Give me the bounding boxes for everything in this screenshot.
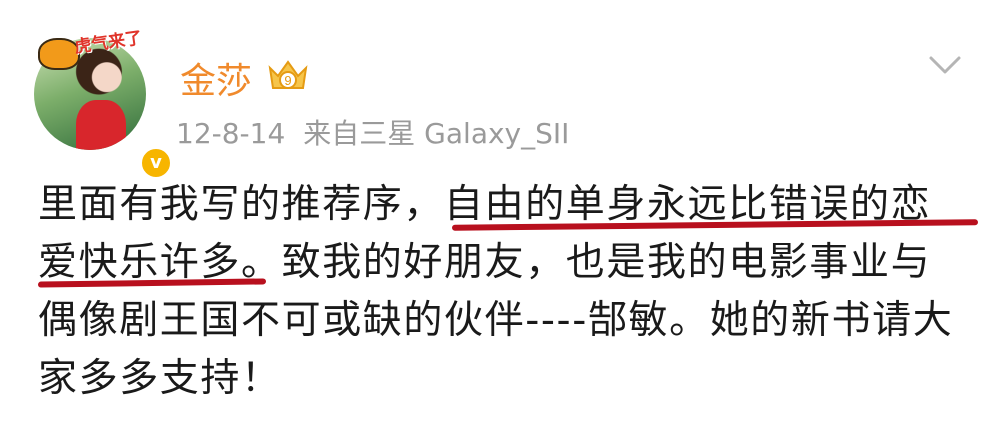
post-source[interactable]: 来自三星 Galaxy_SII [303, 117, 569, 150]
avatar-badge-text: 虎气来了 [73, 28, 144, 58]
verified-badge-icon: v [139, 146, 173, 180]
post-body-text: 里面有我写的推荐序，自由的单身永远比错误的恋爱快乐许多。致我的好朋友，也是我的电… [38, 182, 954, 401]
avatar[interactable]: 虎气来了 v [34, 28, 173, 180]
avatar-dress-shape [76, 100, 126, 150]
post-meta: 12-8-14 来自三星 Galaxy_SII [176, 112, 569, 152]
username[interactable]: 金莎 [180, 52, 252, 104]
post-date: 12-8-14 [176, 117, 286, 150]
chevron-down-icon[interactable] [928, 54, 962, 76]
vip-level: 9 [284, 73, 291, 88]
vip-crown-icon[interactable]: 9 [266, 56, 310, 96]
